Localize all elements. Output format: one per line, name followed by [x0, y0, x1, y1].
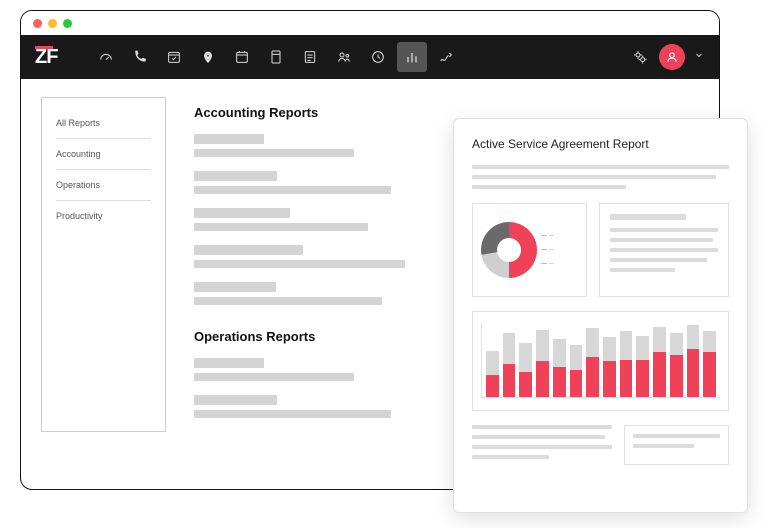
report-body-text — [472, 425, 612, 465]
bar-pair — [519, 322, 532, 397]
report-note-panel — [624, 425, 729, 465]
logo[interactable]: ZF — [35, 46, 57, 69]
people-icon — [336, 49, 352, 65]
sidebar-item-operations[interactable]: Operations — [56, 170, 151, 201]
sign-icon — [438, 49, 454, 65]
map-pin-icon — [200, 49, 216, 65]
bar-pair — [620, 322, 633, 397]
user-avatar[interactable] — [659, 44, 685, 70]
minimize-dot[interactable] — [48, 19, 57, 28]
nav-calculator[interactable] — [261, 42, 291, 72]
donut-legend: — — — — [541, 233, 554, 267]
bar-pair — [553, 322, 566, 397]
bar-pair — [586, 322, 599, 397]
donut-chart — [481, 222, 537, 278]
bar-pair — [703, 322, 716, 397]
nav-phone[interactable] — [125, 42, 155, 72]
donut-chart-panel: — — — — [472, 203, 587, 297]
report-intro-text — [472, 165, 729, 189]
calculator-icon — [268, 49, 284, 65]
close-dot[interactable] — [33, 19, 42, 28]
bar-pair — [486, 322, 499, 397]
user-menu-toggle[interactable] — [693, 48, 705, 66]
donut-legend-item: — — [541, 247, 554, 253]
bar-pair — [670, 322, 683, 397]
sidebar-item-productivity[interactable]: Productivity — [56, 201, 151, 231]
bar-pair — [636, 322, 649, 397]
summary-text-panel — [599, 203, 729, 297]
sidebar-item-all-reports[interactable]: All Reports — [56, 108, 151, 139]
titlebar — [21, 11, 719, 35]
sidebar: All Reports Accounting Operations Produc… — [41, 97, 166, 432]
gears-icon — [632, 49, 648, 65]
gauge-icon — [98, 49, 114, 65]
nav-clock[interactable] — [363, 42, 393, 72]
donut-legend-item: — — [541, 233, 554, 239]
bar-pair — [503, 322, 516, 397]
nav-settings[interactable] — [625, 42, 655, 72]
nav-reports[interactable] — [397, 42, 427, 72]
chevron-down-icon — [693, 49, 705, 61]
donut-legend-item: — — [541, 261, 554, 267]
bar-chart-icon — [404, 49, 420, 65]
calendar-check-icon — [166, 49, 182, 65]
user-icon — [665, 50, 679, 64]
bar-pair — [570, 322, 583, 397]
report-preview-card: Active Service Agreement Report — — — — [453, 118, 748, 513]
clock-icon — [370, 49, 386, 65]
bar-pair — [536, 322, 549, 397]
bar-pair — [687, 322, 700, 397]
nav-calendar-check[interactable] — [159, 42, 189, 72]
bar-chart — [481, 322, 720, 398]
list-icon — [302, 49, 318, 65]
zoom-dot[interactable] — [63, 19, 72, 28]
report-title: Active Service Agreement Report — [472, 137, 729, 151]
navbar: ZF — [21, 35, 719, 79]
bar-pair — [653, 322, 666, 397]
nav-gauge[interactable] — [91, 42, 121, 72]
calendar-icon — [234, 49, 250, 65]
nav-calendar[interactable] — [227, 42, 257, 72]
nav-map-pin[interactable] — [193, 42, 223, 72]
nav-people[interactable] — [329, 42, 359, 72]
bar-pair — [603, 322, 616, 397]
sidebar-item-accounting[interactable]: Accounting — [56, 139, 151, 170]
bar-chart-panel — [472, 311, 729, 411]
nav-list[interactable] — [295, 42, 325, 72]
nav-sign[interactable] — [431, 42, 461, 72]
phone-icon — [132, 49, 148, 65]
